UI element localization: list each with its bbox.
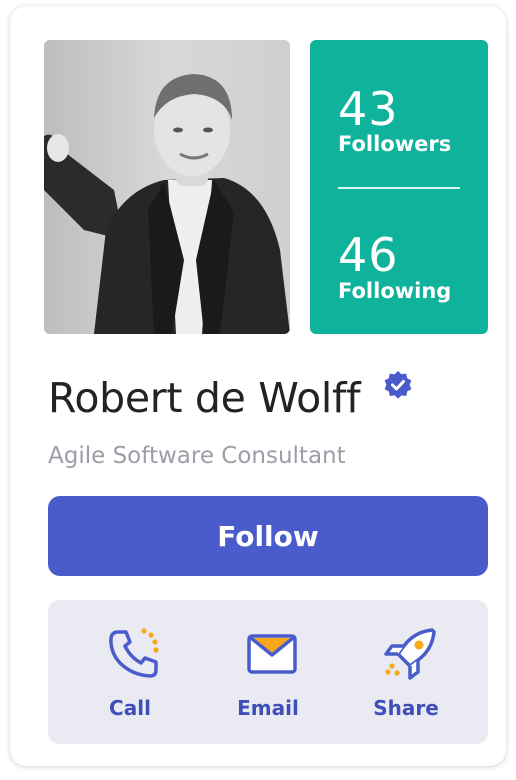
email-button[interactable]: Email <box>208 600 328 744</box>
rocket-icon <box>384 628 436 680</box>
following-label: Following <box>338 279 452 303</box>
profile-name: Robert de Wolff <box>48 374 361 422</box>
actions-panel: Call Email Share <box>48 600 488 744</box>
share-label: Share <box>373 696 439 720</box>
profile-photo <box>44 40 290 334</box>
stats-panel: 43 Followers 46 Following <box>310 40 488 334</box>
profile-card: 43 Followers 46 Following Robert de Wolf… <box>10 6 506 766</box>
following-count: 46 <box>338 228 399 282</box>
phone-icon <box>109 628 159 678</box>
stats-divider <box>338 187 460 189</box>
share-button[interactable]: Share <box>346 600 466 744</box>
followers-count: 43 <box>338 82 399 136</box>
call-button[interactable]: Call <box>70 600 190 744</box>
profile-role: Agile Software Consultant <box>48 443 346 469</box>
call-label: Call <box>109 696 151 720</box>
envelope-icon <box>247 634 297 674</box>
follow-button[interactable]: Follow <box>48 496 488 576</box>
followers-label: Followers <box>338 132 452 156</box>
profile-photo-image <box>44 40 290 334</box>
email-label: Email <box>237 696 299 720</box>
verified-badge-icon <box>384 371 412 399</box>
